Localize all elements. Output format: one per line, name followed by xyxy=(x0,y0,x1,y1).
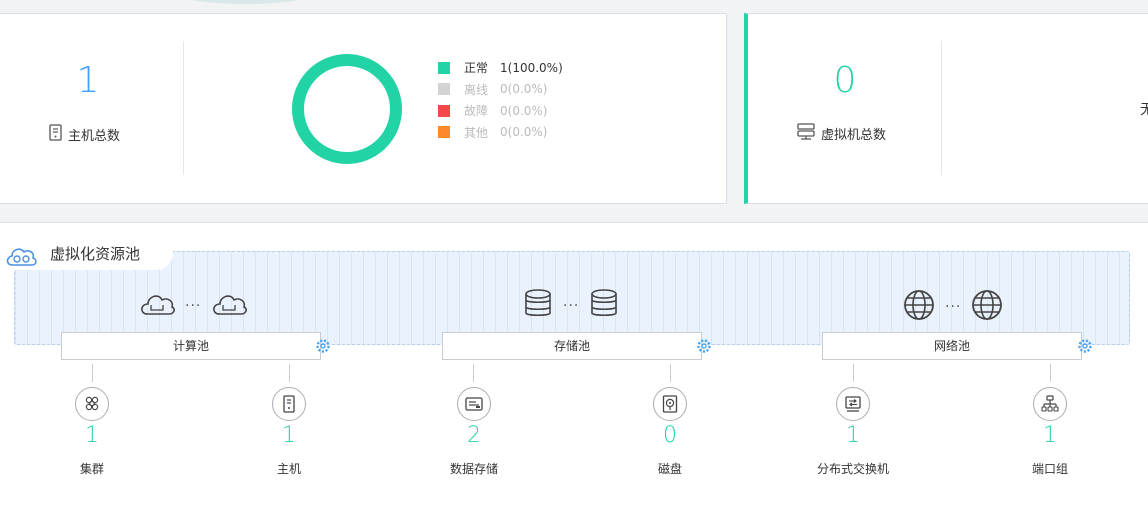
disk-icon[interactable] xyxy=(653,387,687,421)
globe-icon xyxy=(971,289,1003,325)
datastore-label: 数据存储 xyxy=(449,462,498,476)
gear-icon[interactable] xyxy=(316,338,330,357)
cloud-icon xyxy=(139,290,175,322)
host-count[interactable]: 1 xyxy=(249,423,329,448)
server-icon xyxy=(49,124,62,145)
host-status-legend: 正常 1(100.0%) 离线 0(0.0%) 故障 0(0.0%) 其他 0(… xyxy=(438,57,563,143)
cloud-icon xyxy=(211,290,248,322)
vm-status-text: 无 xyxy=(1140,102,1148,118)
cluster-count[interactable]: 1 xyxy=(52,423,132,448)
host-total-label-row: 主机总数 xyxy=(49,124,120,145)
gear-icon[interactable] xyxy=(697,338,711,357)
cluster-label: 集群 xyxy=(79,462,104,476)
switch-count[interactable]: 1 xyxy=(813,423,893,448)
datastore-count[interactable]: 2 xyxy=(434,423,514,448)
divider xyxy=(183,41,184,175)
connector-line xyxy=(92,364,93,382)
connector-line xyxy=(1050,364,1051,382)
host-total-label: 主机总数 xyxy=(68,129,121,144)
globe-icon xyxy=(903,289,935,325)
legend-value: 0(0.0%) xyxy=(500,103,548,118)
vm-total-label: 虚拟机总数 xyxy=(821,127,887,143)
pool-dots: ··· xyxy=(945,299,962,315)
storage-pool-icons: ··· xyxy=(523,289,619,323)
disk-label: 磁盘 xyxy=(657,462,682,476)
compute-pool-box[interactable]: 计算池 xyxy=(61,332,321,360)
legend-name: 其他 xyxy=(464,125,489,140)
switch-icon[interactable] xyxy=(836,387,870,421)
portgroup-count[interactable]: 1 xyxy=(1010,423,1090,448)
legend-item-other: 其他 0(0.0%) xyxy=(438,122,563,144)
connector-line xyxy=(473,364,474,382)
server-icon[interactable] xyxy=(272,387,306,421)
vm-total-label-row: 虚拟机总数 xyxy=(797,122,886,144)
datastore-icon[interactable] xyxy=(457,387,491,421)
legend-swatch xyxy=(438,104,450,117)
network-pool-icons: ··· xyxy=(903,289,1003,325)
host-total-count: 1 xyxy=(76,60,100,101)
legend-swatch xyxy=(438,61,450,74)
connector-line xyxy=(670,364,671,382)
vm-stack-icon xyxy=(797,122,815,144)
header-decoration xyxy=(170,0,320,4)
legend-value: 0(0.0%) xyxy=(500,125,548,140)
legend-item-fault: 故障 0(0.0%) xyxy=(438,100,563,122)
divider xyxy=(941,41,942,175)
legend-value: 1(100.0%) xyxy=(500,60,563,75)
database-icon xyxy=(523,289,553,323)
host-label: 主机 xyxy=(276,462,301,476)
pool-dots: ··· xyxy=(185,298,202,314)
legend-swatch xyxy=(438,83,450,96)
host-status-donut xyxy=(292,54,402,164)
switch-label: 分布式交换机 xyxy=(816,462,889,476)
pool-dots: ··· xyxy=(563,298,580,314)
gear-icon[interactable] xyxy=(1078,338,1092,357)
cluster-icon[interactable] xyxy=(75,387,109,421)
database-icon xyxy=(589,289,619,323)
vm-total-count: 0 xyxy=(833,60,857,101)
legend-name: 离线 xyxy=(464,82,489,97)
storage-pool-box[interactable]: 存储池 xyxy=(442,332,702,360)
legend-item-offline: 离线 0(0.0%) xyxy=(438,79,563,101)
connector-line xyxy=(853,364,854,382)
cloud-icon xyxy=(4,241,38,275)
pool-title: 虚拟化资源池 xyxy=(50,245,141,263)
legend-value: 0(0.0%) xyxy=(500,82,548,97)
legend-swatch xyxy=(438,126,450,139)
disk-count[interactable]: 0 xyxy=(630,423,710,448)
portgroup-icon[interactable] xyxy=(1033,387,1067,421)
compute-pool-icons: ··· xyxy=(139,290,248,322)
legend-name: 故障 xyxy=(464,104,489,119)
vm-summary-card xyxy=(744,13,1148,204)
portgroup-label: 端口组 xyxy=(1031,462,1068,476)
legend-item-normal: 正常 1(100.0%) xyxy=(438,57,563,79)
legend-name: 正常 xyxy=(464,61,489,76)
network-pool-box[interactable]: 网络池 xyxy=(822,332,1082,360)
connector-line xyxy=(289,364,290,382)
